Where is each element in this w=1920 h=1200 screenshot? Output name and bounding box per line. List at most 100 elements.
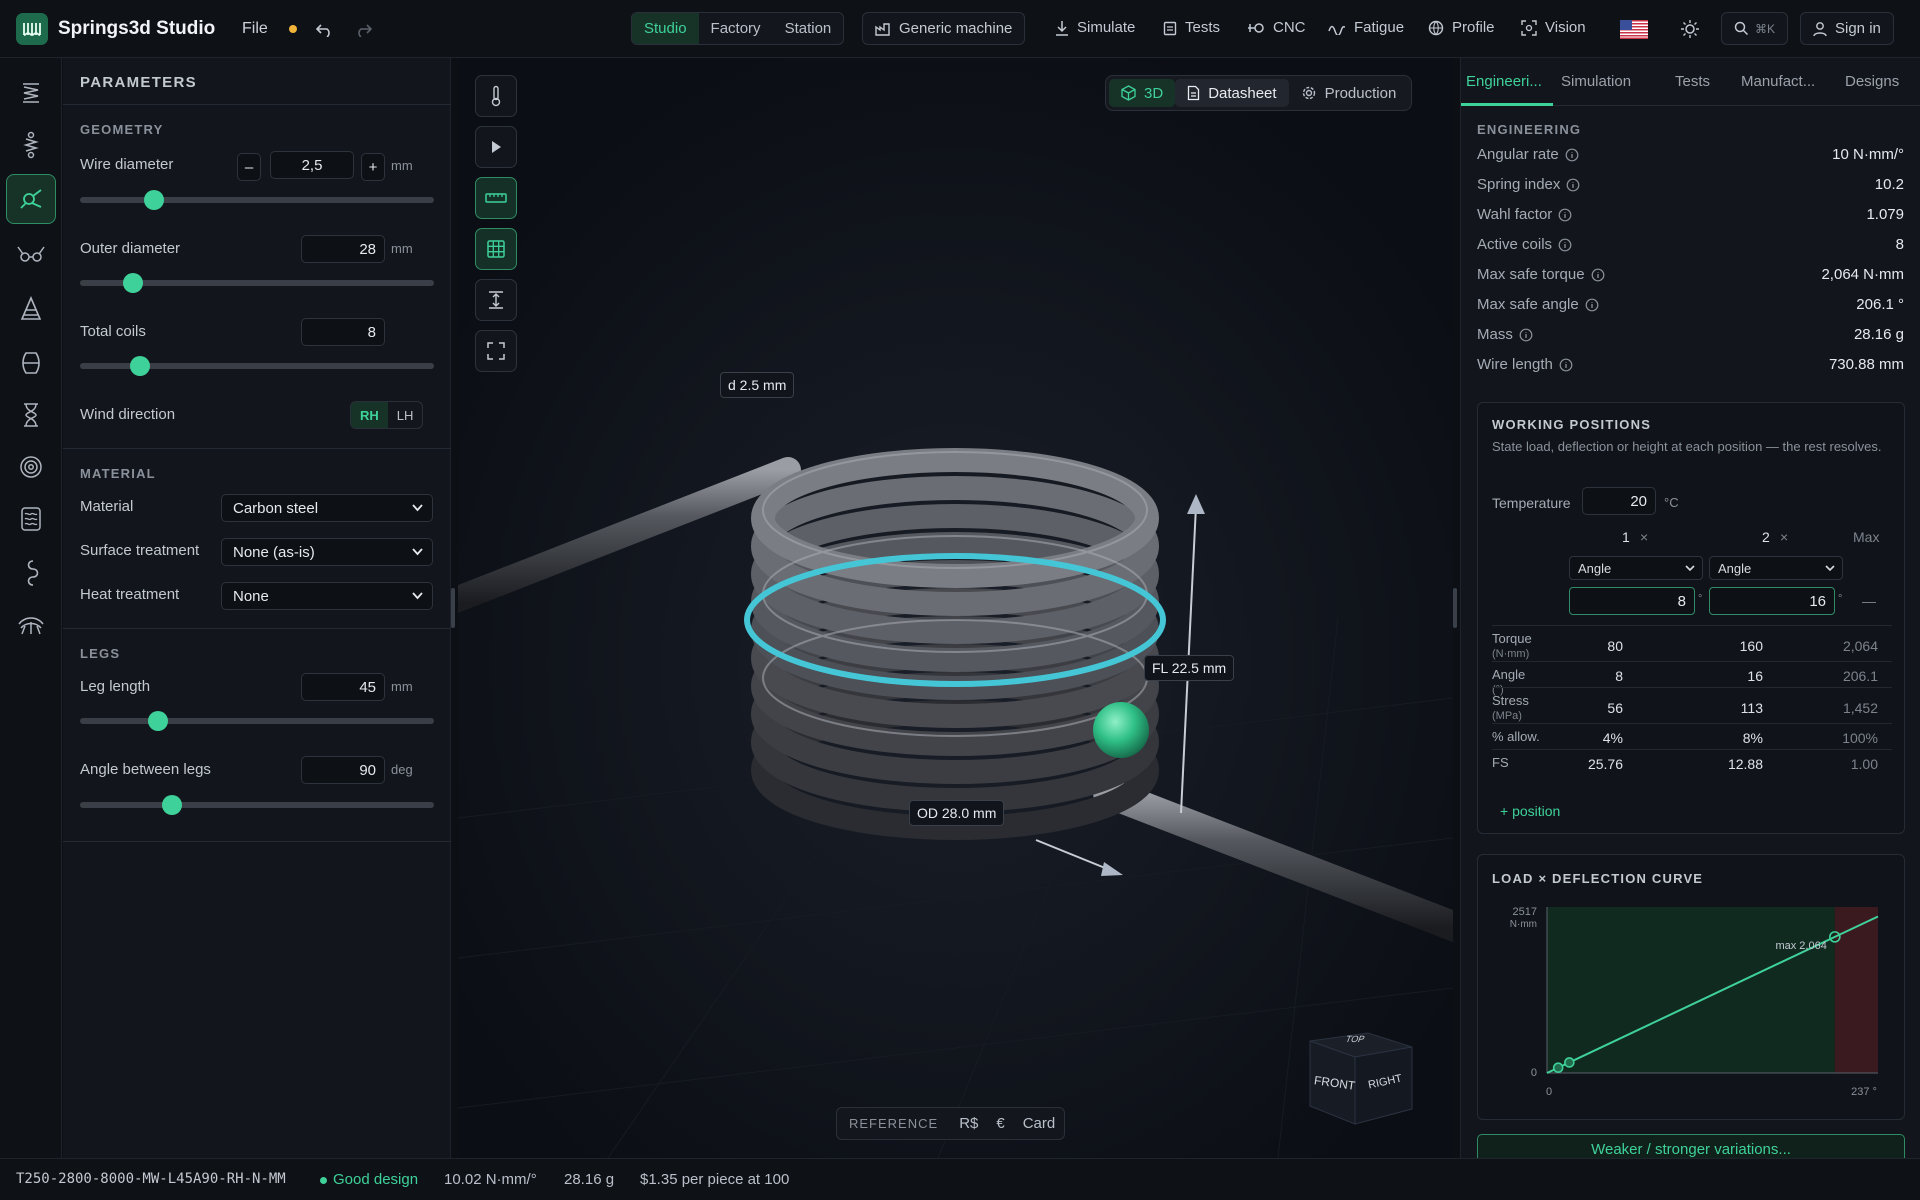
tab-simulation[interactable]: Simulation bbox=[1561, 73, 1631, 90]
grid-tool[interactable] bbox=[475, 228, 517, 270]
search-button[interactable]: ⌘K bbox=[1721, 12, 1789, 45]
left-resize-handle[interactable] bbox=[451, 588, 455, 628]
redo-button[interactable] bbox=[352, 18, 374, 40]
material-select[interactable]: Carbon steel bbox=[221, 494, 433, 522]
info-icon[interactable] bbox=[1519, 328, 1533, 342]
locale-flag[interactable] bbox=[1620, 19, 1648, 39]
right-resize-handle[interactable] bbox=[1453, 588, 1457, 628]
cnc-button[interactable]: CNC bbox=[1247, 19, 1306, 36]
wire-diameter-slider-knob[interactable] bbox=[144, 190, 165, 210]
outer-diameter-slider-knob[interactable] bbox=[123, 273, 144, 293]
rail-double-torsion[interactable] bbox=[6, 230, 56, 280]
wire-diameter-slider[interactable] bbox=[80, 190, 434, 210]
rail-barrel[interactable] bbox=[6, 338, 56, 388]
fullscreen-tool[interactable] bbox=[475, 330, 517, 372]
temperature-input[interactable]: 20 bbox=[1582, 487, 1656, 515]
wind-lh[interactable]: LH bbox=[388, 402, 423, 428]
remove-position-1[interactable]: × bbox=[1640, 529, 1648, 545]
theme-toggle[interactable] bbox=[1678, 17, 1702, 41]
total-coils-slider[interactable] bbox=[80, 356, 434, 376]
leg-length-slider[interactable] bbox=[80, 711, 434, 731]
view-switcher: 3D Datasheet Production bbox=[1105, 75, 1413, 111]
rail-torsion[interactable] bbox=[6, 174, 56, 224]
total-coils-input[interactable]: 8 bbox=[301, 318, 385, 346]
working-positions-card: WORKING POSITIONS State load, deflection… bbox=[1477, 402, 1905, 834]
wire-form-icon bbox=[27, 560, 39, 586]
rail-flat[interactable] bbox=[6, 600, 56, 650]
wind-direction-toggle: RH LH bbox=[350, 401, 424, 429]
tab-designs[interactable]: Designs bbox=[1845, 73, 1899, 90]
info-icon[interactable] bbox=[1559, 358, 1573, 372]
position-1-input[interactable]: 8 bbox=[1569, 587, 1695, 615]
position-2-mode[interactable]: Angle bbox=[1709, 556, 1843, 580]
tab-tests[interactable]: Tests bbox=[1675, 73, 1710, 90]
tab-manufacturing[interactable]: Manufact... bbox=[1741, 73, 1815, 90]
rail-wire-form[interactable] bbox=[6, 548, 56, 598]
mode-factory[interactable]: Factory bbox=[699, 13, 773, 44]
info-icon[interactable] bbox=[1566, 178, 1580, 192]
engineering-title: ENGINEERING bbox=[1477, 122, 1582, 137]
outer-diameter-slider[interactable] bbox=[80, 273, 434, 293]
cnc-label: CNC bbox=[1273, 19, 1306, 36]
mode-studio[interactable]: Studio bbox=[632, 13, 699, 44]
outer-diameter-input[interactable]: 28 bbox=[301, 235, 385, 263]
wind-rh[interactable]: RH bbox=[351, 402, 388, 428]
good-design-dot bbox=[320, 1177, 327, 1184]
profile-button[interactable]: Profile bbox=[1428, 19, 1495, 36]
surface-treatment-select[interactable]: None (as-is) bbox=[221, 538, 433, 566]
simulate-button[interactable]: Simulate bbox=[1055, 19, 1135, 36]
info-icon[interactable] bbox=[1558, 208, 1572, 222]
signin-button[interactable]: Sign in bbox=[1800, 12, 1894, 45]
mode-station[interactable]: Station bbox=[773, 13, 844, 44]
rail-spiral[interactable] bbox=[6, 442, 56, 492]
view-3d[interactable]: 3D bbox=[1109, 79, 1176, 107]
wire-diameter-increment[interactable]: + bbox=[361, 153, 385, 181]
info-icon[interactable] bbox=[1565, 148, 1579, 162]
fatigue-button[interactable]: Fatigue bbox=[1328, 19, 1404, 36]
rail-compression[interactable] bbox=[6, 68, 56, 118]
file-menu[interactable]: File bbox=[242, 20, 268, 38]
total-coils-slider-knob[interactable] bbox=[130, 356, 151, 376]
leg-angle-slider-knob[interactable] bbox=[162, 795, 183, 815]
leg-angle-slider[interactable] bbox=[80, 795, 434, 815]
leg-angle-input[interactable]: 90 bbox=[301, 756, 385, 784]
3d-viewport[interactable]: 3D Datasheet Production d 2.5 mm FL 22.5… bbox=[458, 58, 1453, 1158]
rail-conical[interactable] bbox=[6, 284, 56, 334]
info-icon[interactable] bbox=[1585, 298, 1599, 312]
measure-tool[interactable] bbox=[475, 177, 517, 219]
app-logo[interactable] bbox=[16, 13, 48, 45]
reference-brl[interactable]: R$ bbox=[950, 1108, 987, 1139]
rail-hourglass[interactable] bbox=[6, 390, 56, 440]
undo-button[interactable] bbox=[314, 18, 336, 40]
position-2-input[interactable]: 16 bbox=[1709, 587, 1835, 615]
rail-extension[interactable] bbox=[6, 120, 56, 170]
hourglass-spring-icon bbox=[24, 403, 38, 427]
dimensions-tool[interactable] bbox=[475, 279, 517, 321]
wire-diameter-input[interactable]: 2,5 bbox=[270, 151, 354, 179]
cube-top-label[interactable]: TOP bbox=[1344, 1034, 1366, 1044]
heat-treatment-select[interactable]: None bbox=[221, 582, 433, 610]
play-animation-tool[interactable] bbox=[475, 126, 517, 168]
view-cube[interactable]: TOP FRONT RIGHT bbox=[1300, 1016, 1414, 1126]
wire-diameter-decrement[interactable]: – bbox=[237, 153, 261, 181]
vision-button[interactable]: Vision bbox=[1521, 19, 1586, 36]
design-code[interactable]: T250-2800-8000-MW-L45A90-RH-N-MM bbox=[16, 1171, 286, 1187]
position-1-mode[interactable]: Angle bbox=[1569, 556, 1703, 580]
view-production[interactable]: Production bbox=[1289, 79, 1409, 107]
tests-button[interactable]: Tests bbox=[1163, 19, 1220, 36]
temperature-tool[interactable] bbox=[475, 75, 517, 117]
info-icon[interactable] bbox=[1591, 268, 1605, 282]
y-unit-label: N·mm bbox=[1510, 919, 1537, 930]
info-icon[interactable] bbox=[1558, 238, 1572, 252]
remove-position-2[interactable]: × bbox=[1780, 529, 1788, 545]
tab-engineering[interactable]: Engineeri... bbox=[1466, 73, 1542, 90]
reference-eur[interactable]: € bbox=[987, 1108, 1013, 1139]
machine-selector[interactable]: Generic machine bbox=[862, 12, 1026, 45]
thermometer-icon bbox=[491, 85, 501, 107]
reference-card[interactable]: Card bbox=[1014, 1108, 1065, 1139]
rail-wave[interactable] bbox=[6, 494, 56, 544]
leg-length-slider-knob[interactable] bbox=[147, 711, 168, 731]
leg-length-input[interactable]: 45 bbox=[301, 673, 385, 701]
view-datasheet[interactable]: Datasheet bbox=[1175, 79, 1289, 107]
add-position-button[interactable]: + position bbox=[1500, 803, 1560, 819]
